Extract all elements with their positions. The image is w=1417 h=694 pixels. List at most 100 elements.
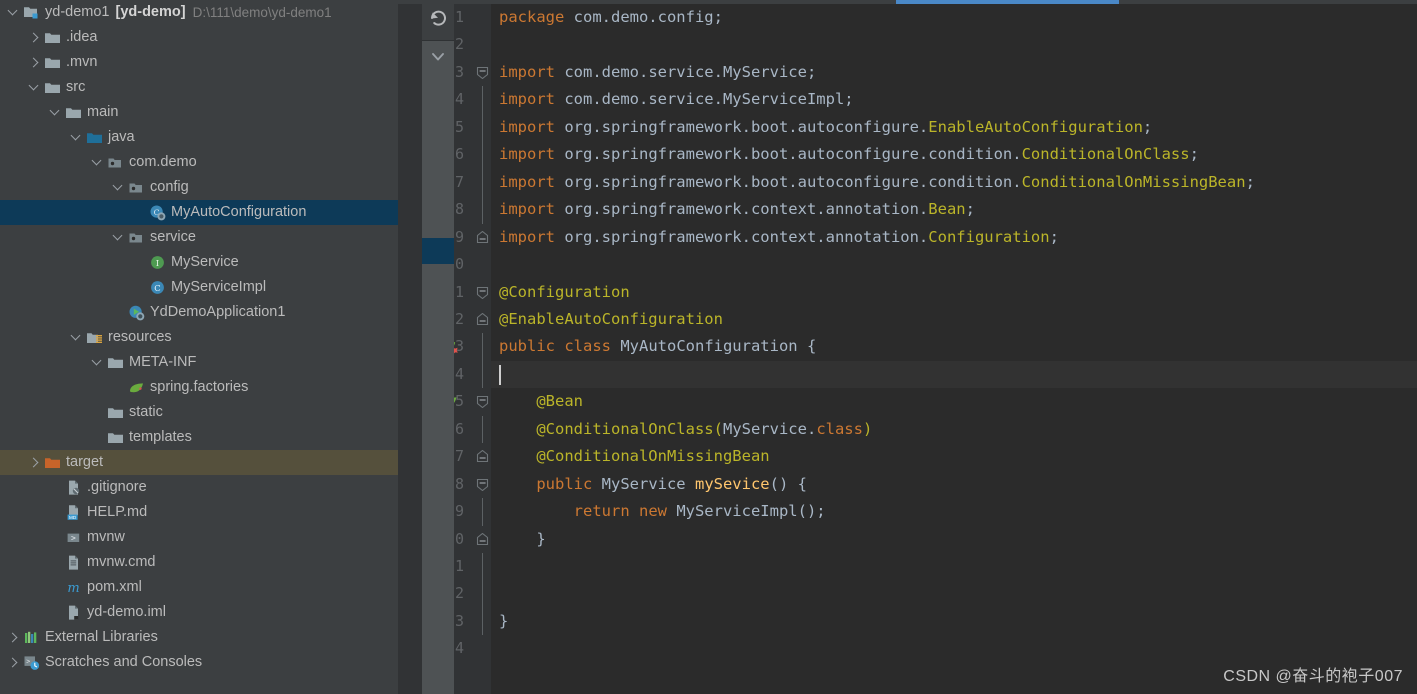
chevron-down-icon[interactable] xyxy=(90,155,106,171)
tree-item-mvn[interactable]: .mvn xyxy=(0,50,398,75)
tree-item-label: spring.factories xyxy=(150,379,249,395)
tree-item-help-md[interactable]: MD HELP.md xyxy=(0,500,398,525)
editor-scrollbar-track[interactable] xyxy=(422,0,454,694)
chevron-right-icon[interactable] xyxy=(27,455,43,471)
tree-item-yddemoapplication1[interactable]: YdDemoApplication1 xyxy=(0,300,398,325)
chevron-right-icon[interactable] xyxy=(27,30,43,46)
code-content[interactable]: package com.demo.config; import com.demo.… xyxy=(491,0,1417,694)
code-line[interactable] xyxy=(491,553,1417,580)
tree-item-config[interactable]: config xyxy=(0,175,398,200)
tree-item-scratches-and-consoles[interactable]: > Scratches and Consoles xyxy=(0,650,398,675)
fold-region-start-icon[interactable] xyxy=(476,395,489,409)
fold-region-end-icon[interactable] xyxy=(476,449,489,463)
tree-item-templates[interactable]: templates xyxy=(0,425,398,450)
code-line[interactable]: @EnableAutoConfiguration xyxy=(491,306,1417,333)
chevron-down-icon[interactable] xyxy=(6,5,22,21)
resources-folder-icon xyxy=(86,329,103,346)
code-line[interactable] xyxy=(491,31,1417,58)
tree-item-com-demo[interactable]: com.demo xyxy=(0,150,398,175)
libraries-icon xyxy=(23,629,40,646)
chevron-right-icon[interactable] xyxy=(27,55,43,71)
chevron-down-icon[interactable] xyxy=(48,105,64,121)
chevron-down-icon[interactable] xyxy=(111,230,127,246)
tree-item-yd-demo-iml[interactable]: yd-demo.iml xyxy=(0,600,398,625)
tree-item-meta-inf[interactable]: META-INF xyxy=(0,350,398,375)
chevron-down-icon[interactable] xyxy=(69,330,85,346)
code-line[interactable]: import org.springframework.context.annot… xyxy=(491,196,1417,223)
tree-item-static[interactable]: static xyxy=(0,400,398,425)
code-line[interactable]: import com.demo.service.MyService; xyxy=(491,59,1417,86)
code-token: Bean xyxy=(928,200,966,219)
code-line[interactable]: import org.springframework.boot.autoconf… xyxy=(491,141,1417,168)
tree-item-external-libraries[interactable]: External Libraries xyxy=(0,625,398,650)
tree-item-yd-demo1[interactable]: yd-demo1 [yd-demo] D:\111\demo\yd-demo1 xyxy=(0,0,398,25)
scrollbar-highlight-mark[interactable] xyxy=(422,238,454,264)
fold-region-end-icon[interactable] xyxy=(476,230,489,244)
tree-item-myserviceimpl[interactable]: C MyServiceImpl xyxy=(0,275,398,300)
chevron-down-icon[interactable] xyxy=(422,42,454,72)
svg-text:m: m xyxy=(67,581,79,596)
code-line[interactable]: public class MyAutoConfiguration { xyxy=(491,333,1417,360)
chevron-down-icon[interactable] xyxy=(27,80,43,96)
code-line[interactable]: } xyxy=(491,608,1417,635)
fold-region-start-icon[interactable] xyxy=(476,66,489,80)
tree-item-src[interactable]: src xyxy=(0,75,398,100)
chevron-down-icon[interactable] xyxy=(111,180,127,196)
tree-item-mvnw[interactable]: > mvnw xyxy=(0,525,398,550)
code-line[interactable]: @Configuration xyxy=(491,279,1417,306)
tree-item-spring-factories[interactable]: spring.factories xyxy=(0,375,398,400)
tree-item-pom-xml[interactable]: m pom.xml xyxy=(0,575,398,600)
code-line[interactable] xyxy=(491,580,1417,607)
code-line[interactable]: @Bean xyxy=(491,388,1417,415)
code-line[interactable]: package com.demo.config; xyxy=(491,4,1417,31)
code-line[interactable]: @ConditionalOnMissingBean xyxy=(491,443,1417,470)
tree-item-target[interactable]: target xyxy=(0,450,398,475)
tree-item-resources[interactable]: resources xyxy=(0,325,398,350)
tree-item-java[interactable]: java xyxy=(0,125,398,150)
code-line[interactable] xyxy=(491,635,1417,662)
tree-item-service[interactable]: service xyxy=(0,225,398,250)
tree-item-label: Scratches and Consoles xyxy=(45,654,203,670)
code-line[interactable]: import com.demo.service.MyServiceImpl; xyxy=(491,86,1417,113)
code-token: class xyxy=(564,337,621,356)
java-config-class-icon: C xyxy=(149,204,166,221)
tree-item-myservice[interactable]: I MyService xyxy=(0,250,398,275)
tree-item-gitignore[interactable]: .gitignore xyxy=(0,475,398,500)
project-tree-panel[interactable]: yd-demo1 [yd-demo] D:\111\demo\yd-demo1 .id… xyxy=(0,0,398,694)
folder-icon xyxy=(44,79,61,96)
code-line[interactable] xyxy=(491,360,1417,389)
tree-item-mvnw-cmd[interactable]: mvnw.cmd xyxy=(0,550,398,575)
tree-item-label: pom.xml xyxy=(87,579,142,595)
fold-region-end-icon[interactable] xyxy=(476,312,489,326)
editor-panel[interactable]: 123456789101112131415161718192021222324 … xyxy=(398,0,1417,694)
code-area[interactable]: 123456789101112131415161718192021222324 … xyxy=(398,0,1417,694)
chevron-down-icon[interactable] xyxy=(69,130,85,146)
code-line[interactable]: return new MyServiceImpl(); xyxy=(491,498,1417,525)
refresh-icon[interactable] xyxy=(422,0,454,41)
tree-item-idea[interactable]: .idea xyxy=(0,25,398,50)
tree-item-myautoconfiguration[interactable]: C MyAutoConfiguration xyxy=(0,200,398,225)
chevron-down-icon[interactable] xyxy=(90,355,106,371)
chevron-right-icon[interactable] xyxy=(6,655,22,671)
code-line[interactable]: import org.springframework.boot.autoconf… xyxy=(491,169,1417,196)
code-token: import xyxy=(499,90,565,109)
code-fold-strip[interactable] xyxy=(473,0,491,694)
fold-region-line xyxy=(482,607,483,636)
code-line[interactable]: @ConditionalOnClass(MyService.class) xyxy=(491,416,1417,443)
code-line[interactable]: import org.springframework.boot.autoconf… xyxy=(491,114,1417,141)
code-line[interactable]: import org.springframework.context.annot… xyxy=(491,224,1417,251)
fold-region-start-icon[interactable] xyxy=(476,286,489,299)
fold-region-start-icon[interactable] xyxy=(476,478,489,491)
chevron-right-icon[interactable] xyxy=(6,630,22,646)
svg-text:C: C xyxy=(154,283,160,293)
tree-item-main[interactable]: main xyxy=(0,100,398,125)
code-line[interactable] xyxy=(491,251,1417,278)
code-line[interactable]: public MyService mySevice() { xyxy=(491,471,1417,498)
code-line[interactable]: } xyxy=(491,526,1417,553)
tree-item-label: HELP.md xyxy=(87,504,148,520)
fold-region-end-icon[interactable] xyxy=(476,532,489,546)
